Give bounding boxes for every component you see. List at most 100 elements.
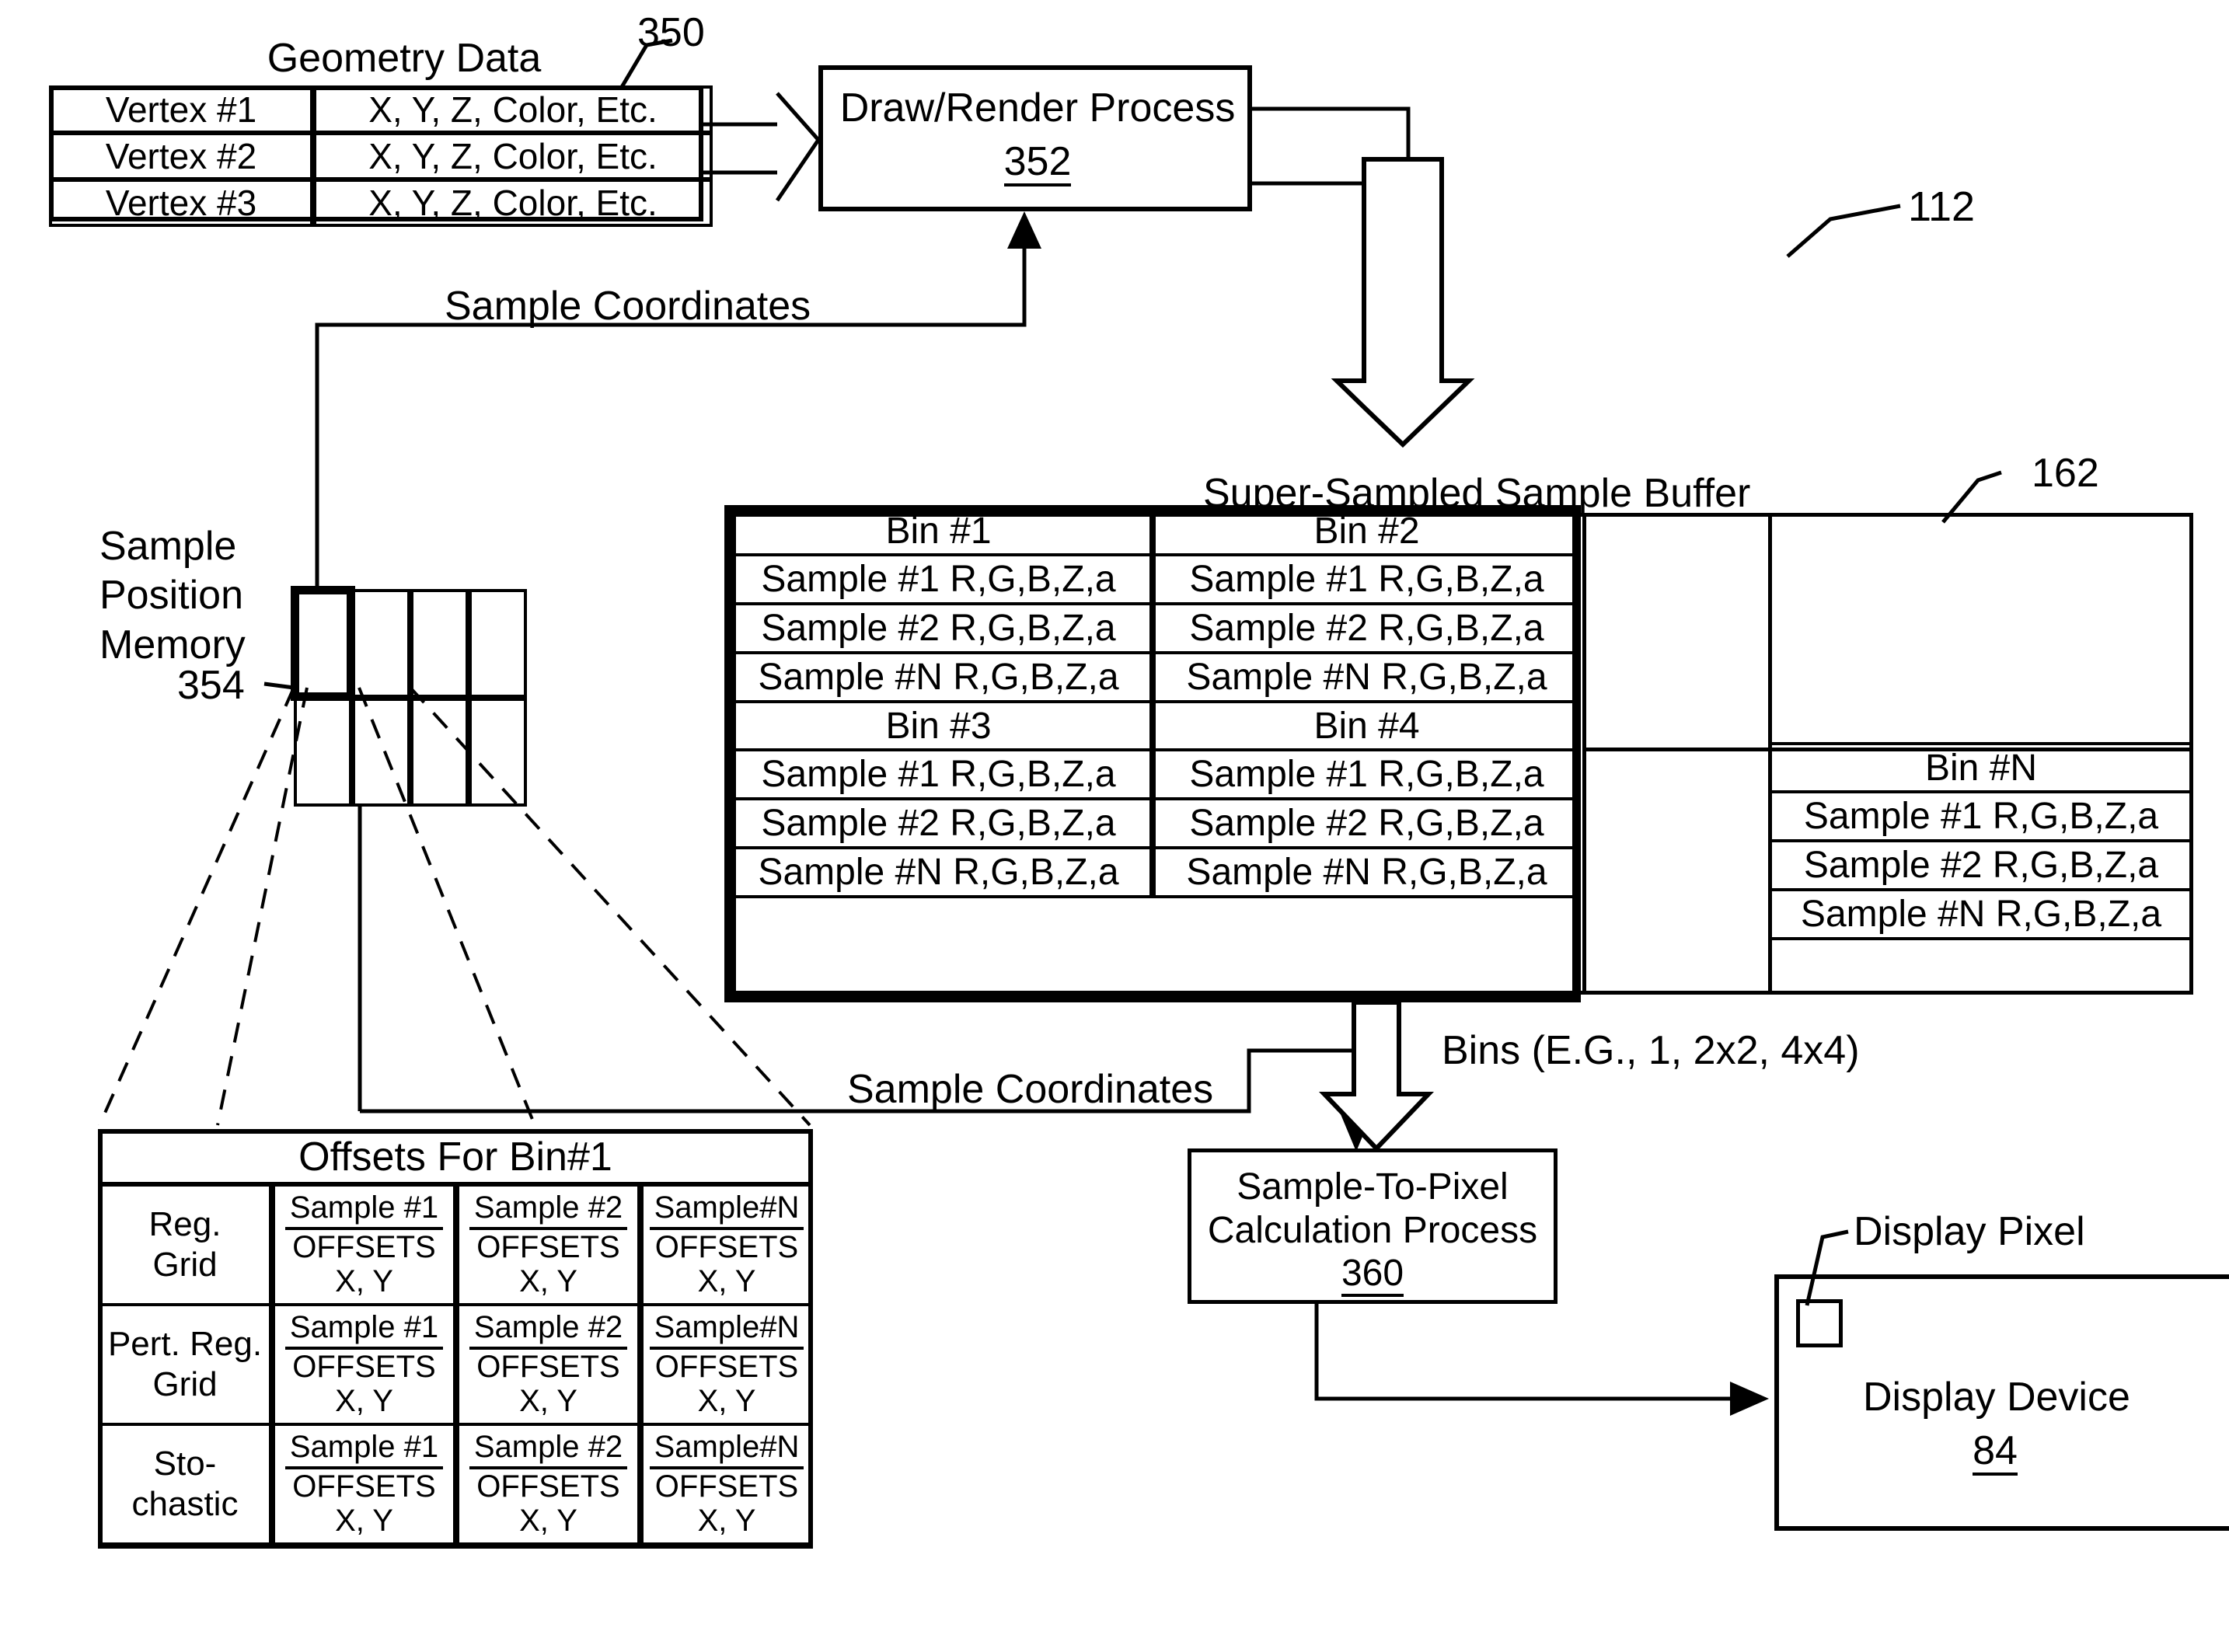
offsets-cell: Sample #1 OFFSETS X, Y: [272, 1303, 456, 1426]
offsets-cell-offsets: OFFSETS: [476, 1229, 620, 1264]
sample-position-memory-grid: [291, 586, 527, 807]
spm-selected-bin-cell[interactable]: [291, 586, 355, 701]
offsets-row-label-line1: Sto-: [153, 1445, 217, 1483]
offsets-row-label: Reg. Grid: [98, 1183, 272, 1306]
sample-to-pixel-line1: Sample-To-Pixel: [1237, 1166, 1509, 1208]
spm-cell: [410, 698, 469, 807]
offsets-row-label: Pert. Reg. Grid: [98, 1303, 272, 1426]
sample-buffer-bin-n-block: Bin #N Sample #1 R,G,B,Z,a Sample #2 R,G…: [1769, 742, 2193, 991]
offsets-cell-xy: X, Y: [335, 1504, 393, 1539]
offsets-cell-xy: X, Y: [697, 1264, 756, 1299]
offsets-table: Offsets For Bin#1 Reg. Grid Sample #1 OF…: [98, 1129, 813, 1549]
buffer-to-calc-block-arrow: [1318, 1000, 1435, 1152]
offsets-cell-offsets: OFFSETS: [292, 1349, 436, 1384]
offsets-row-label-line2: chastic: [131, 1485, 239, 1523]
offsets-cell-offsets: OFFSETS: [476, 1469, 620, 1504]
offsets-cell-xy: X, Y: [519, 1504, 577, 1539]
geometry-row-vertex-attrs: X, Y, Z, Color, Etc.: [313, 132, 713, 180]
bin-sample-row: Sample #1 R,G,B,Z,a: [724, 748, 1153, 800]
spm-cell: [410, 589, 469, 698]
spm-cell: [352, 589, 410, 698]
offsets-row-label: Sto- chastic: [98, 1423, 272, 1546]
offsets-cell-offsets: OFFSETS: [476, 1349, 620, 1384]
reference-numeral-162: 162: [2032, 451, 2099, 496]
spm-line-1: Sample: [99, 524, 237, 569]
offsets-cell: Sample#N OFFSETS X, Y: [640, 1303, 813, 1426]
display-pixel-square[interactable]: [1796, 1299, 1843, 1347]
bin-sample-row: Sample #N R,G,B,Z,a: [1153, 651, 1581, 703]
bin-sample-row: Sample #N R,G,B,Z,a: [1769, 888, 2193, 940]
offsets-cell-offsets: OFFSETS: [292, 1229, 436, 1264]
render-to-buffer-block-arrow: [1331, 157, 1475, 448]
spm-cell: [294, 698, 352, 807]
display-pixel-label: Display Pixel: [1854, 1209, 2085, 1254]
offsets-cell-xy: X, Y: [519, 1384, 577, 1419]
bin-sample-row: Sample #2 R,G,B,Z,a: [724, 602, 1153, 654]
draw-render-process-box: Draw/Render Process 352: [818, 65, 1252, 211]
sample-to-pixel-box: Sample-To-Pixel Calculation Process 360: [1188, 1148, 1558, 1304]
bin-sample-row: Sample #N R,G,B,Z,a: [1153, 846, 1581, 898]
offsets-cell-sample: Sample#N: [649, 1310, 804, 1350]
bin-sample-row: Sample #2 R,G,B,Z,a: [1769, 839, 2193, 891]
spm-cell: [352, 698, 410, 807]
render-to-buffer-line-b: [1252, 162, 1372, 186]
reference-numeral-350: 350: [637, 10, 705, 55]
offsets-cell: Sample#N OFFSETS X, Y: [640, 1183, 813, 1306]
bin-header: Bin #N: [1769, 742, 2193, 793]
offsets-cell-xy: X, Y: [519, 1264, 577, 1299]
reference-numeral-112: 112: [1908, 183, 1976, 230]
offsets-cell-sample: Sample #2: [469, 1310, 628, 1350]
geometry-data-title: Geometry Data: [267, 36, 542, 81]
spm-cell: [469, 589, 527, 698]
draw-render-process-ref: 352: [1003, 141, 1072, 186]
bin-sample-row: Sample #2 R,G,B,Z,a: [1153, 602, 1581, 654]
offsets-cell: Sample#N OFFSETS X, Y: [640, 1423, 813, 1546]
spm-cell: [469, 698, 527, 807]
offsets-cell-xy: X, Y: [697, 1384, 756, 1419]
offsets-cell-xy: X, Y: [697, 1504, 756, 1539]
bin-sample-row: Sample #N R,G,B,Z,a: [724, 846, 1153, 898]
geometry-row-vertex-label: Vertex #2: [49, 132, 313, 180]
offsets-cell: Sample #1 OFFSETS X, Y: [272, 1423, 456, 1546]
offsets-cell-xy: X, Y: [335, 1264, 393, 1299]
geometry-row-vertex-label: Vertex #3: [49, 179, 313, 227]
offsets-row-label-line1: Pert. Reg.: [107, 1325, 263, 1364]
offsets-cell-sample: Sample #2: [469, 1190, 628, 1230]
offsets-cell: Sample #1 OFFSETS X, Y: [272, 1183, 456, 1306]
offsets-cell-offsets: OFFSETS: [292, 1469, 436, 1504]
bin-sample-row: Sample #1 R,G,B,Z,a: [724, 553, 1153, 605]
offsets-cell-sample: Sample #1: [284, 1310, 444, 1350]
leader-line-354: [263, 681, 295, 690]
offsets-cell-offsets: OFFSETS: [654, 1349, 799, 1384]
sample-buffer-bin-block: Bin #1 Sample #1 R,G,B,Z,a Sample #2 R,G…: [724, 505, 1581, 1002]
display-device-box: Display Device 84: [1774, 1274, 2229, 1531]
display-device-label: Display Device: [1863, 1375, 2130, 1420]
bin-sample-row: Sample #1 R,G,B,Z,a: [1153, 553, 1581, 605]
spm-line-2: Position: [99, 573, 243, 619]
offsets-row-label-line1: Reg.: [148, 1205, 222, 1244]
offsets-cell: Sample #2 OFFSETS X, Y: [456, 1423, 640, 1546]
offsets-cell-sample: Sample #1: [284, 1430, 444, 1469]
bin-sample-row: Sample #1 R,G,B,Z,a: [1769, 790, 2193, 842]
reference-numeral-354: 354: [177, 663, 245, 708]
bin-sample-row: Sample #N R,G,B,Z,a: [724, 651, 1153, 703]
display-device-ref: 84: [1973, 1431, 2018, 1476]
offsets-cell-offsets: OFFSETS: [654, 1229, 799, 1264]
leader-line-112: [1786, 204, 1901, 258]
sample-coordinates-bottom-label: Sample Coordinates: [847, 1067, 1214, 1112]
geometry-funnel-arrow: [775, 92, 821, 202]
geometry-row-vertex-attrs: X, Y, Z, Color, Etc.: [313, 179, 713, 227]
offsets-cell-sample: Sample #2: [469, 1430, 628, 1469]
offsets-cell-xy: X, Y: [335, 1384, 393, 1419]
calc-to-display-arrowhead: [1730, 1382, 1769, 1416]
sample-coordinates-top-arrowhead: [1007, 211, 1041, 249]
offsets-cell-sample: Sample #1: [284, 1190, 444, 1230]
offsets-row-label-line2: Grid: [152, 1246, 218, 1284]
offsets-row-label-line2: Grid: [152, 1365, 218, 1403]
bin-header: Bin #2: [1153, 505, 1581, 556]
bins-note-label: Bins (E.G., 1, 2x2, 4x4): [1442, 1028, 1860, 1073]
offsets-cell-sample: Sample#N: [649, 1190, 804, 1230]
spm-line-3: Memory: [99, 622, 246, 667]
offsets-cell-offsets: OFFSETS: [654, 1469, 799, 1504]
offsets-cell: Sample #2 OFFSETS X, Y: [456, 1183, 640, 1306]
